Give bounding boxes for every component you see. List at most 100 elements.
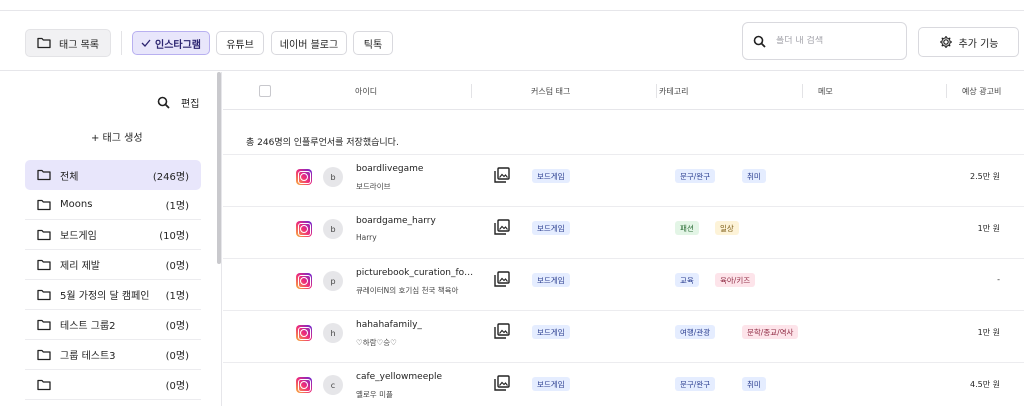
folder-item[interactable]: 보드게임 (10명) — [25, 220, 201, 250]
folder-item[interactable]: 그룹 테스트3 (0명) — [25, 340, 201, 370]
check-icon — [141, 39, 151, 47]
platform-naver-blog-button[interactable]: 네이버 블로그 — [271, 31, 347, 55]
select-all-checkbox[interactable] — [259, 85, 271, 97]
avatar: c — [323, 375, 343, 395]
custom-tag-badge: 보드게임 — [532, 221, 570, 235]
column-memo[interactable]: 메모 — [818, 86, 833, 97]
avatar: h — [323, 323, 343, 343]
platform-youtube-label: 유튜브 — [226, 39, 254, 51]
folder-item[interactable]: 제리 제발 (0명) — [25, 250, 201, 280]
folder-count: (0명) — [165, 261, 189, 272]
table-row[interactable]: b boardlivegame 보드라이브 보드게임 문구/완구 취미 2.5만 원 — [223, 154, 1024, 206]
tag-list-button[interactable]: 태그 목록 — [25, 29, 111, 57]
folder-count: (1명) — [165, 291, 189, 302]
folder-item[interactable]: 테스트 그룹2 (0명) — [25, 310, 201, 340]
folder-icon — [37, 379, 51, 390]
table-header: 아이디 커스텀 태그 카테고리 메모 예상 광고비 — [223, 72, 1024, 110]
column-divider — [946, 84, 947, 98]
column-divider — [471, 84, 472, 98]
folder-icon — [37, 199, 51, 210]
folder-count: (0명) — [165, 351, 189, 362]
category-badge: 취미 — [742, 169, 766, 183]
folder-item[interactable]: (0명) — [25, 370, 201, 400]
folder-item[interactable]: Moons (1명) — [25, 190, 201, 220]
column-est-ad-cost[interactable]: 예상 광고비 — [962, 86, 1001, 97]
category-badge: 패션 — [675, 221, 699, 235]
platform-tiktok-button[interactable]: 틱톡 — [353, 31, 393, 55]
influencer-handle[interactable]: boardlivegame — [356, 164, 474, 174]
create-tag-button[interactable]: + 태그 생성 — [91, 129, 143, 144]
influencer-handle[interactable]: hahahafamily_ — [356, 320, 474, 330]
estimated-ad-cost: 2.5만 원 — [970, 172, 1000, 181]
toolbar: 태그 목록 인스타그램 유튜브 네이버 블로그 틱톡 추가 기능 — [0, 11, 1024, 71]
folder-count: (10명) — [159, 231, 189, 242]
folder-count: (246명) — [152, 171, 189, 183]
image-gallery-icon[interactable] — [494, 219, 510, 235]
search-icon[interactable] — [157, 96, 170, 109]
avatar: b — [323, 167, 343, 187]
influencer-handle[interactable]: boardgame_harry — [356, 216, 474, 226]
estimated-ad-cost: 1만 원 — [977, 328, 1000, 337]
image-gallery-icon[interactable] — [494, 167, 510, 183]
search-icon — [753, 35, 766, 48]
instagram-icon — [296, 325, 312, 341]
folder-icon — [37, 289, 51, 300]
platform-instagram-label: 인스타그램 — [155, 39, 201, 51]
edit-button[interactable]: 편집 — [181, 95, 199, 110]
folder-icon — [37, 229, 51, 240]
more-features-button[interactable]: 추가 기능 — [918, 27, 1019, 57]
influencer-name: Harry — [356, 233, 377, 242]
category-badge: 취미 — [742, 377, 766, 391]
folder-name: 전체 — [60, 171, 79, 183]
column-custom-tag[interactable]: 커스텀 태그 — [531, 86, 570, 97]
influencer-table: 아이디 커스텀 태그 카테고리 메모 예상 광고비 총 246명의 인플루언서를… — [223, 72, 1024, 406]
influencer-handle[interactable]: cafe_yellowmeeple — [356, 372, 474, 382]
platform-instagram-button[interactable]: 인스타그램 — [132, 31, 210, 55]
category-badge: 육아/키즈 — [715, 273, 756, 287]
instagram-icon — [296, 169, 312, 185]
folder-count: (1명) — [165, 201, 189, 212]
avatar: p — [323, 271, 343, 291]
folder-icon — [37, 349, 51, 360]
image-gallery-icon[interactable] — [494, 375, 510, 391]
category-badge: 교육 — [675, 273, 699, 287]
column-divider — [802, 84, 803, 98]
table-row[interactable]: b boardgame_harry Harry 보드게임 패션 일상 1만 원 — [223, 206, 1024, 258]
folder-item-all[interactable]: 전체 (246명) — [25, 160, 201, 190]
category-badge: 문구/완구 — [675, 169, 716, 183]
total-count-text: 총 246명의 인플루언서를 저장했습니다. — [246, 138, 399, 148]
folder-icon — [37, 169, 51, 181]
category-badge: 여행/관광 — [675, 325, 716, 339]
tag-list-label: 태그 목록 — [59, 39, 99, 51]
image-gallery-icon[interactable] — [494, 323, 510, 339]
estimated-ad-cost: 1만 원 — [977, 224, 1000, 233]
custom-tag-badge: 보드게임 — [532, 273, 570, 287]
folder-search-box[interactable] — [742, 22, 907, 60]
table-row[interactable]: p picturebook_curation_for_kids 큐레이터N의 호기심… — [223, 258, 1024, 310]
influencer-name: ♡하람♡승♡ — [356, 338, 397, 347]
table-row[interactable]: c cafe_yellowmeeple 옐로우 미플 보드게임 문구/완구 취미 4.5만 … — [223, 362, 1024, 406]
folder-item[interactable]: 5월 가정의 달 캠페인 (1명) — [25, 280, 201, 310]
category-badge: 일상 — [715, 221, 739, 235]
folder-name: 테스트 그룹2 — [60, 321, 116, 332]
sidebar-scrollbar[interactable] — [217, 72, 221, 264]
folder-name: 제리 제발 — [60, 261, 100, 272]
folder-search-input[interactable] — [776, 36, 886, 46]
influencer-name: 옐로우 미플 — [356, 390, 393, 399]
influencer-handle[interactable]: picturebook_curation_for_kids — [356, 268, 474, 278]
folder-name: 5월 가정의 달 캠페인 — [60, 291, 150, 302]
category-badge: 문구/완구 — [675, 377, 716, 391]
custom-tag-badge: 보드게임 — [532, 169, 570, 183]
folder-count: (0명) — [165, 381, 189, 392]
column-id[interactable]: 아이디 — [355, 86, 377, 97]
folder-name: 보드게임 — [60, 231, 97, 242]
platform-youtube-button[interactable]: 유튜브 — [216, 31, 264, 55]
instagram-icon — [296, 377, 312, 393]
column-category[interactable]: 카테고리 — [659, 86, 688, 97]
folder-list: 전체 (246명) Moons (1명) 보드게임 (10명) 제리 제발 (0… — [25, 160, 201, 400]
custom-tag-badge: 보드게임 — [532, 325, 570, 339]
table-row[interactable]: h hahahafamily_ ♡하람♡승♡ 보드게임 여행/관광 문학/종교/역사 1만 … — [223, 310, 1024, 362]
image-gallery-icon[interactable] — [494, 271, 510, 287]
instagram-icon — [296, 221, 312, 237]
folder-count: (0명) — [165, 321, 189, 332]
